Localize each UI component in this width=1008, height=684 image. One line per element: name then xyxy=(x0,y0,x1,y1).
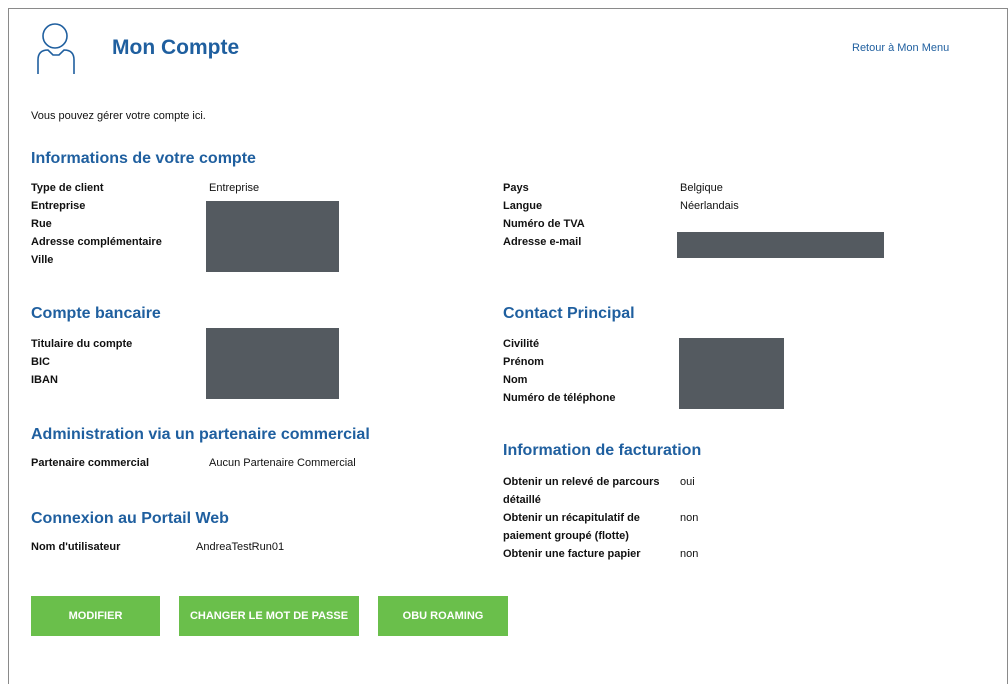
label-bic: BIC xyxy=(31,356,50,368)
main-contact-labels: Civilité Prénom Nom Numéro de téléphone xyxy=(503,335,615,407)
value-username: AndreaTestRun01 xyxy=(196,541,285,553)
label-client-type: Type de client xyxy=(31,182,104,194)
modify-button[interactable]: MODIFIER xyxy=(31,596,160,636)
billing-row-label: Obtenir une facture papier xyxy=(503,548,641,560)
bank-account-heading: Compte bancaire xyxy=(31,305,161,322)
intro-text: Vous pouvez gérer votre compte ici. xyxy=(31,110,206,122)
billing-row-label: Obtenir un récapitulatif de paiement gro… xyxy=(503,512,640,542)
label-commercial-partner: Partenaire commercial xyxy=(31,457,150,469)
label-account-holder: Titulaire du compte xyxy=(31,338,133,350)
redacted-block xyxy=(677,232,884,258)
label-city: Ville xyxy=(31,254,54,266)
redacted-block xyxy=(206,328,339,399)
redacted-block xyxy=(679,338,784,409)
label-vat-number: Numéro de TVA xyxy=(503,218,585,230)
account-info-heading: Informations de votre compte xyxy=(31,150,256,167)
value-client-type: Entreprise xyxy=(209,182,260,194)
main-contact-heading: Contact Principal xyxy=(503,305,635,322)
value-language: Néerlandais xyxy=(680,200,739,212)
billing-row-value: non xyxy=(680,548,699,560)
web-portal-heading: Connexion au Portail Web xyxy=(31,510,229,527)
account-info-right-labels: Pays Langue Numéro de TVA Adresse e-mail xyxy=(503,179,585,251)
redacted-block xyxy=(206,201,339,272)
partner-admin-heading: Administration via un partenaire commerc… xyxy=(31,426,370,443)
label-company: Entreprise xyxy=(31,200,86,212)
value-commercial-partner: Aucun Partenaire Commercial xyxy=(209,457,356,469)
billing-heading: Information de facturation xyxy=(503,442,702,459)
value-country: Belgique xyxy=(680,182,723,194)
user-icon xyxy=(37,23,75,74)
label-first-name: Prénom xyxy=(503,356,544,368)
change-password-button[interactable]: CHANGER LE MOT DE PASSE xyxy=(179,596,359,636)
account-info-right-values: Belgique Néerlandais xyxy=(680,179,739,215)
label-phone: Numéro de téléphone xyxy=(503,392,616,404)
page-title: Mon Compte xyxy=(112,36,240,59)
billing-row: Obtenir un relevé de parcours détaillé o… xyxy=(503,473,698,509)
bank-account-labels: Titulaire du compte BIC IBAN xyxy=(31,335,132,389)
billing-row: Obtenir une facture papier non xyxy=(503,545,698,563)
billing-row-value: non xyxy=(680,512,699,524)
billing-row: Obtenir un récapitulatif de paiement gro… xyxy=(503,509,698,545)
billing-row-label: Obtenir un relevé de parcours détaillé xyxy=(503,476,660,506)
label-civility: Civilité xyxy=(503,338,540,350)
billing-row-value: oui xyxy=(680,476,695,488)
obu-roaming-button[interactable]: OBU ROAMING xyxy=(378,596,508,636)
back-to-menu-link[interactable]: Retour à Mon Menu xyxy=(852,42,949,54)
label-address-extra: Adresse complémentaire xyxy=(31,236,162,248)
label-email: Adresse e-mail xyxy=(503,236,582,248)
label-street: Rue xyxy=(31,218,52,230)
label-country: Pays xyxy=(503,182,529,194)
label-iban: IBAN xyxy=(31,374,58,386)
label-username: Nom d'utilisateur xyxy=(31,541,121,553)
account-info-left-labels: Type de client Entreprise Rue Adresse co… xyxy=(31,179,162,269)
billing-list: Obtenir un relevé de parcours détaillé o… xyxy=(503,473,698,563)
label-language: Langue xyxy=(503,200,543,212)
label-last-name: Nom xyxy=(503,374,528,386)
